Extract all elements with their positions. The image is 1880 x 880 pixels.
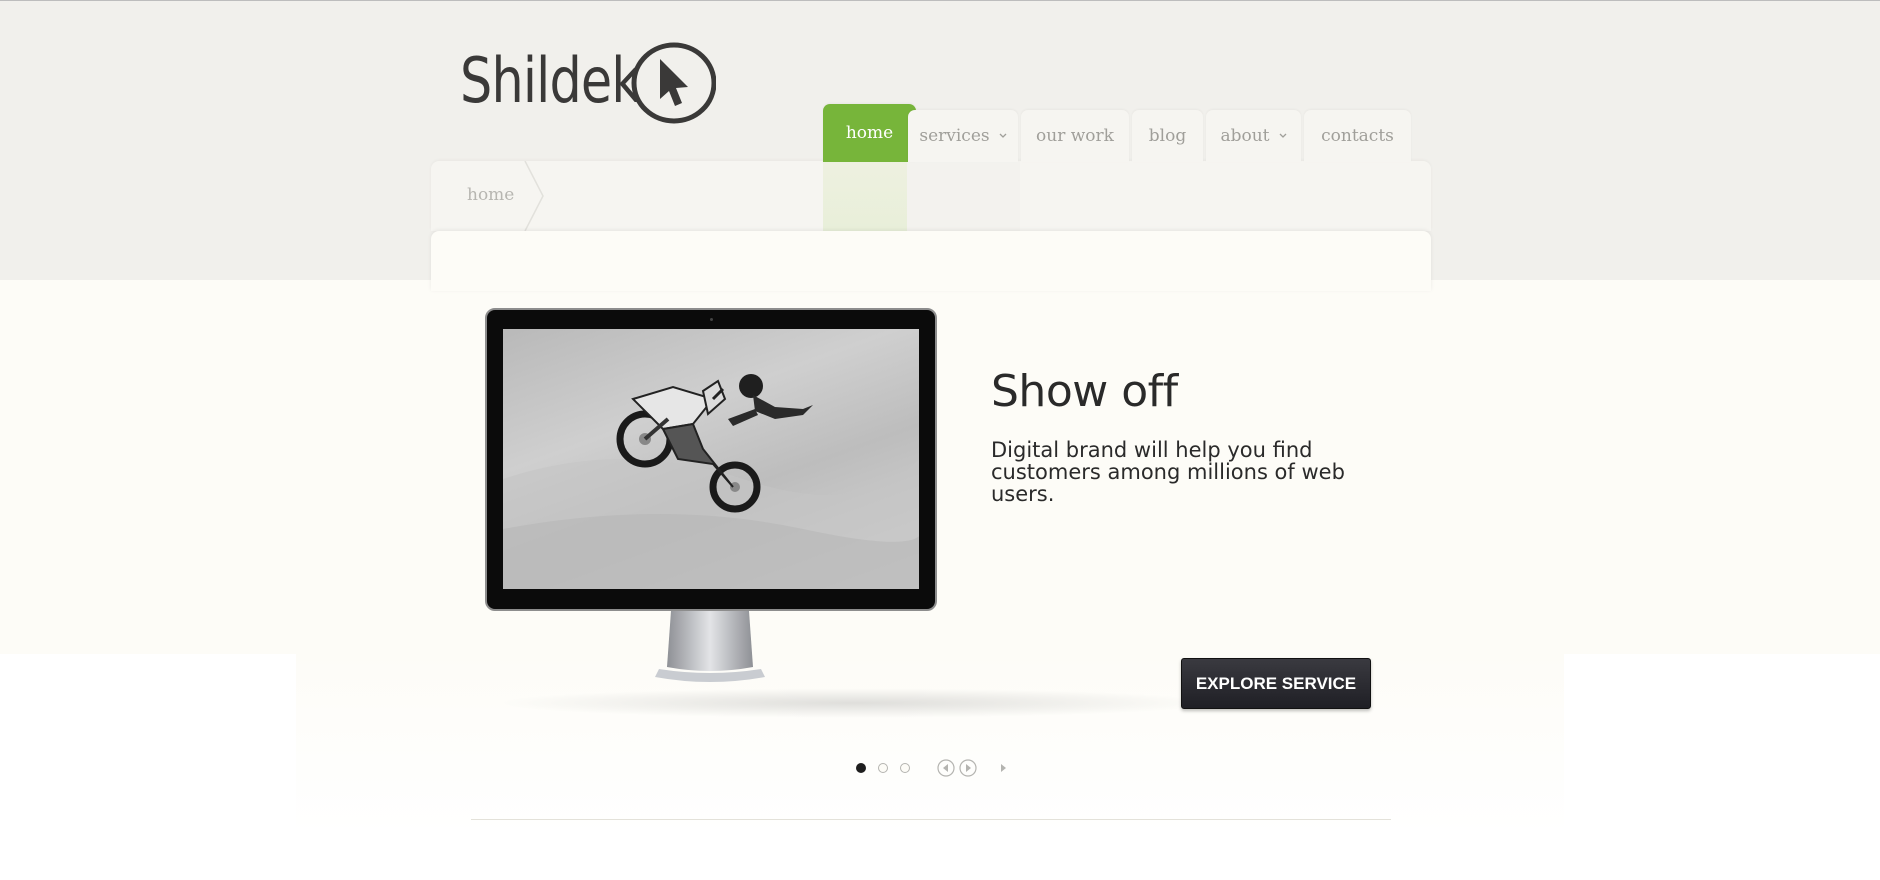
chevron-down-icon (999, 133, 1007, 138)
motocross-photo-icon (503, 374, 919, 589)
nav-label: blog (1148, 126, 1187, 146)
slide-dot-3[interactable] (900, 763, 910, 773)
explore-service-button[interactable]: EXPLORE SERVICE (1181, 658, 1371, 709)
monitor-illustration (485, 308, 1215, 728)
nav-item-home[interactable]: home (823, 104, 916, 162)
nav-item-about[interactable]: about (1206, 110, 1301, 162)
nav-item-blog[interactable]: blog (1132, 110, 1203, 162)
slide-dot-2[interactable] (878, 763, 888, 773)
monitor-frame (485, 308, 937, 611)
section-divider (471, 819, 1391, 820)
nav-item-our-work[interactable]: our work (1021, 110, 1129, 162)
prev-icon[interactable] (937, 759, 955, 777)
cursor-logo-icon (631, 42, 716, 124)
nav-label: contacts (1321, 126, 1394, 146)
breadcrumb-bar: home (431, 161, 1431, 231)
slide-image (503, 329, 919, 589)
breadcrumb-home[interactable]: home (467, 185, 514, 205)
nav-item-contacts[interactable]: contacts (1304, 110, 1411, 162)
nav-item-services[interactable]: services (908, 110, 1018, 162)
nav-label: services (919, 126, 990, 146)
content-card (431, 231, 1431, 291)
slide-description: Digital brand will help you find custome… (991, 438, 1345, 506)
nav-label: about (1220, 126, 1270, 146)
breadcrumb-separator-icon (524, 161, 544, 231)
logo-text: Shildek (460, 44, 641, 117)
active-tab-highlight (823, 161, 907, 231)
play-icon[interactable] (959, 759, 977, 777)
nav-label: our work (1036, 126, 1114, 146)
camera-dot (710, 318, 713, 321)
site-logo[interactable]: Shildek (460, 40, 720, 130)
nav-label: home (845, 123, 894, 143)
next-icon[interactable] (995, 759, 1013, 777)
monitor-shadow (495, 688, 1215, 718)
tab-shade (907, 161, 1020, 231)
slide-dot-1[interactable] (856, 763, 866, 773)
slide-title: Show off (991, 366, 1178, 417)
slider-background (0, 280, 1880, 654)
monitor-stand (655, 611, 765, 682)
chevron-down-icon (1279, 133, 1286, 138)
